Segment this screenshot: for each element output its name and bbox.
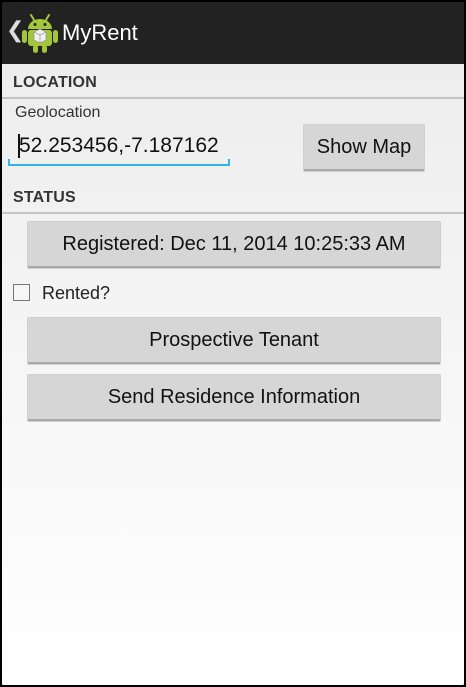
text-cursor [18,134,20,158]
rented-checkbox[interactable] [13,284,30,301]
input-underline [8,164,230,166]
registered-date-button[interactable]: Registered: Dec 11, 2014 10:25:33 AM [28,222,440,268]
registered-date-label: Registered: Dec 11, 2014 10:25:33 AM [62,233,406,255]
prospective-tenant-button[interactable]: Prospective Tenant [28,318,440,364]
rented-checkbox-label[interactable]: Rented? [42,283,110,304]
show-map-button[interactable]: Show Map [304,125,424,171]
status-divider [2,212,464,214]
prospective-tenant-button-label: Prospective Tenant [149,329,319,351]
main-content: LOCATION Geolocation 52.253456,-7.187162… [2,64,464,685]
status-section-header: STATUS [13,189,76,206]
location-divider [2,97,464,99]
show-map-button-label: Show Map [316,136,412,158]
geolocation-input[interactable]: 52.253456,-7.187162 [8,130,230,166]
send-residence-button-label: Send Residence Information [107,386,361,408]
location-section-header: LOCATION [13,74,97,91]
action-bar: ❮ MyRent [2,2,464,64]
android-app-icon[interactable] [20,12,60,54]
send-residence-button[interactable]: Send Residence Information [28,375,440,421]
app-title: MyRent [62,20,138,45]
geolocation-value: 52.253456,-7.187162 [19,134,219,157]
phone-screen: ❮ MyRent LOCATION Geolocation 52.253456,… [0,0,466,687]
geolocation-label: Geolocation [15,104,101,121]
